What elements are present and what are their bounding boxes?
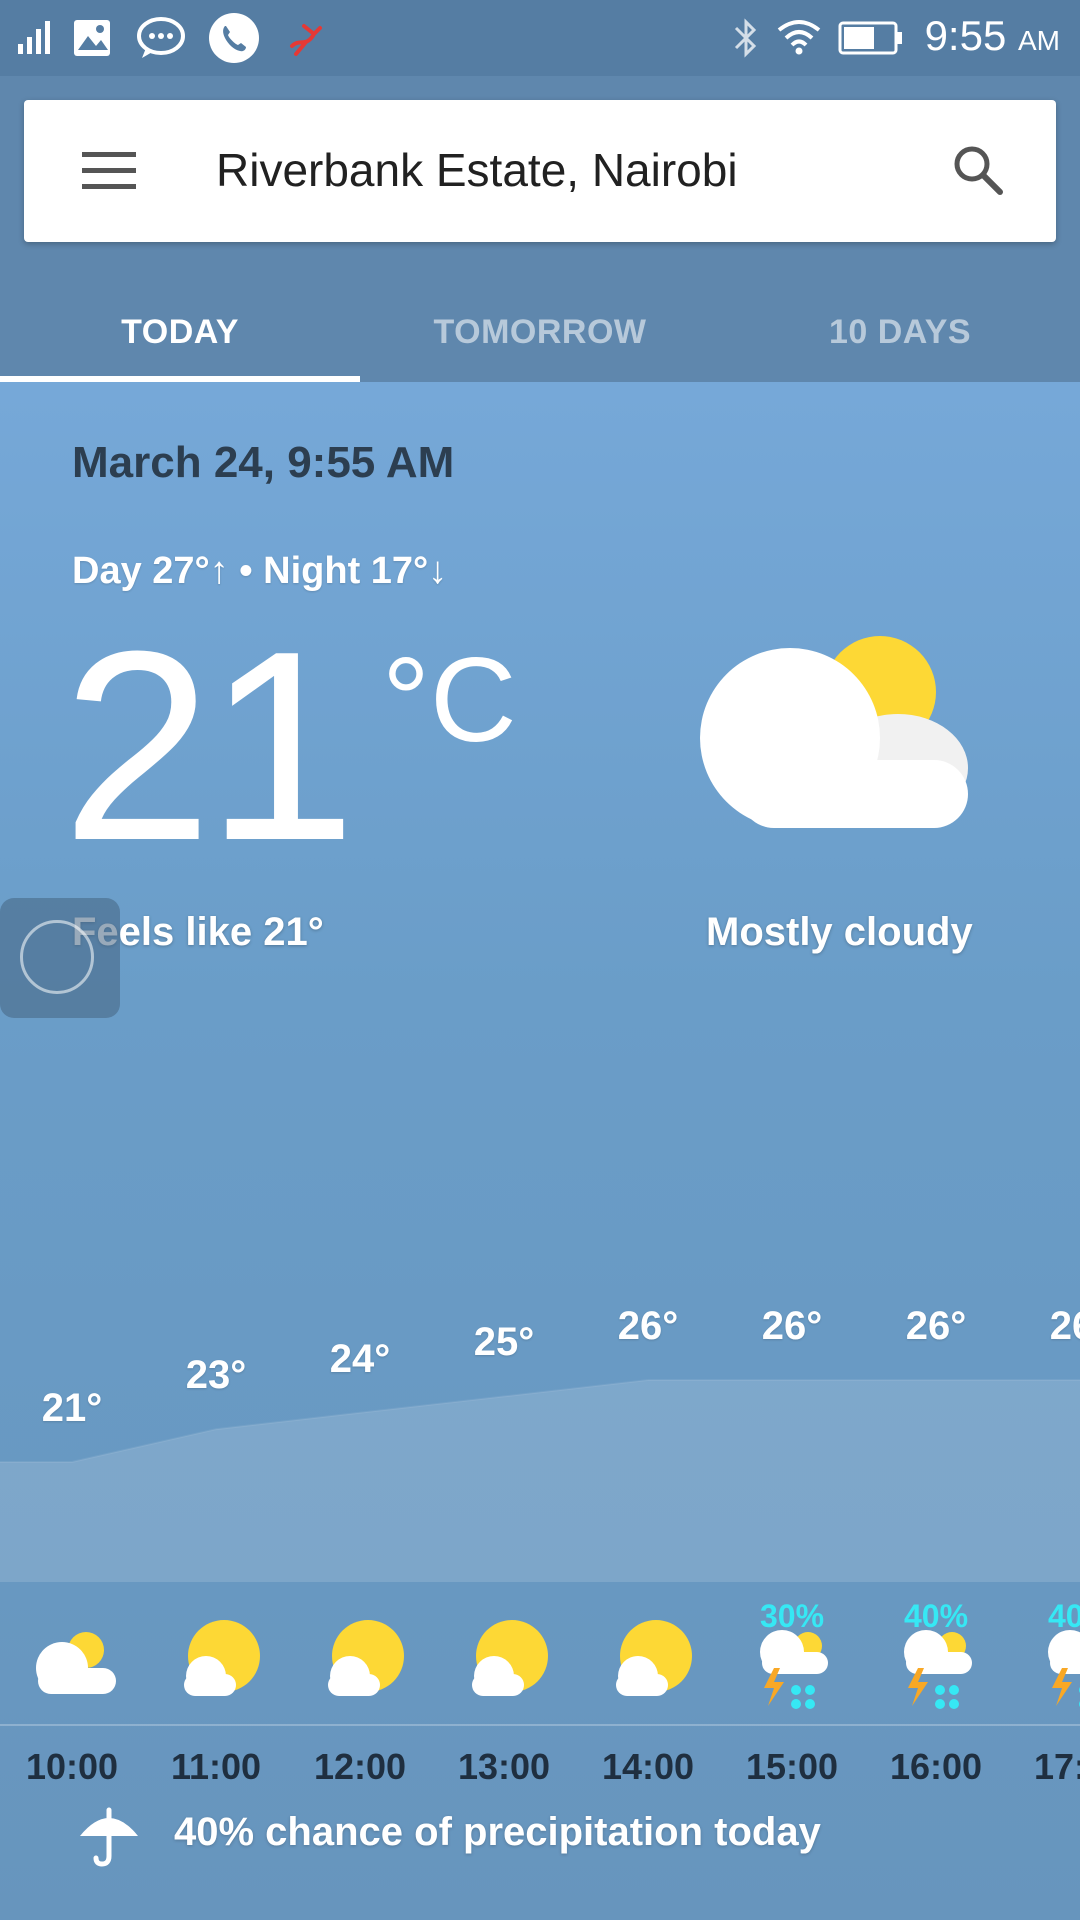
precipitation-text: 40% chance of precipitation today	[174, 1810, 821, 1854]
thunderstorm-icon	[1048, 1630, 1080, 1707]
search-location-text[interactable]: Riverbank Estate, Nairobi	[216, 140, 738, 200]
hamburger-menu-icon[interactable]	[80, 146, 138, 196]
condition-text: Mostly cloudy	[706, 910, 973, 954]
hour-time: 16:00	[889, 1746, 983, 1787]
day-night-temps: Day 27°↑ • Night 17°↓	[72, 550, 448, 592]
hour-time: 17:00	[1033, 1746, 1080, 1787]
partly-sunny-icon	[184, 1620, 260, 1696]
hour-temperature: 26°	[617, 1304, 679, 1348]
hour-time: 13:00	[457, 1746, 551, 1787]
temperature-area-chart	[0, 1379, 1080, 1582]
thunderstorm-icon	[760, 1630, 828, 1709]
search-icon[interactable]	[948, 140, 1008, 200]
bluetooth-icon	[734, 18, 757, 58]
hour-temperature: 26°	[1049, 1304, 1080, 1348]
search-bar[interactable]: Riverbank Estate, Nairobi	[24, 100, 1056, 242]
status-time: 9:55 AM	[924, 12, 1060, 59]
hour-temperature: 26°	[761, 1304, 823, 1348]
hour-time: 15:00	[745, 1746, 839, 1787]
current-temperature: 21	[62, 596, 356, 897]
gallery-icon	[74, 20, 110, 56]
messenger-icon	[137, 17, 185, 58]
header: Riverbank Estate, Nairobi TODAY TOMORROW…	[0, 76, 1080, 382]
current-date: March 24, 9:55 AM	[72, 438, 455, 487]
partly-sunny-icon	[472, 1620, 548, 1696]
hour-temperature: 26°	[905, 1304, 967, 1348]
phone-icon	[209, 13, 259, 63]
partly-sunny-icon	[616, 1620, 692, 1696]
wifi-icon	[777, 20, 821, 55]
hourly-divider	[0, 1724, 1080, 1726]
hour-time: 10:00	[25, 1746, 119, 1787]
battery-icon	[838, 21, 902, 55]
hourly-forecast[interactable]: 21° 10:00 23° 11:00 24° 12:00 25° 13:00 26° 14:00…	[0, 1232, 1080, 1787]
assistive-touch-button[interactable]	[0, 898, 120, 1018]
partly-sunny-icon	[328, 1620, 404, 1696]
thunderstorm-icon	[904, 1630, 972, 1709]
hour-temperature: 23°	[185, 1353, 247, 1398]
hour-time: 12:00	[313, 1746, 407, 1787]
hour-temperature: 21°	[41, 1386, 103, 1430]
tab-tomorrow[interactable]: TOMORROW	[360, 282, 720, 382]
tab-today[interactable]: TODAY	[0, 282, 360, 382]
status-bar: 9:55 AM	[0, 0, 1080, 76]
signal-icon	[18, 21, 50, 54]
hour-temperature: 25°	[473, 1320, 535, 1365]
hour-time: 14:00	[601, 1746, 695, 1787]
temperature-unit: °C	[382, 633, 517, 767]
weather-main: March 24, 9:55 AM Day 27°↑ • Night 17°↓ …	[0, 382, 1080, 1920]
tab-10-days[interactable]: 10 DAYS	[720, 282, 1080, 382]
umbrella-icon	[80, 1807, 138, 1867]
precipitation-summary: 40% chance of precipitation today	[0, 1792, 1080, 1892]
partly-cloudy-icon	[700, 636, 968, 828]
hour-time: 11:00	[170, 1746, 262, 1787]
hour-temperature: 24°	[329, 1336, 391, 1381]
mostly-cloudy-icon	[36, 1632, 116, 1694]
tab-bar: TODAY TOMORROW 10 DAYS	[0, 282, 1080, 382]
fitness-icon	[290, 24, 322, 56]
assistive-touch-ring-icon	[20, 920, 94, 994]
